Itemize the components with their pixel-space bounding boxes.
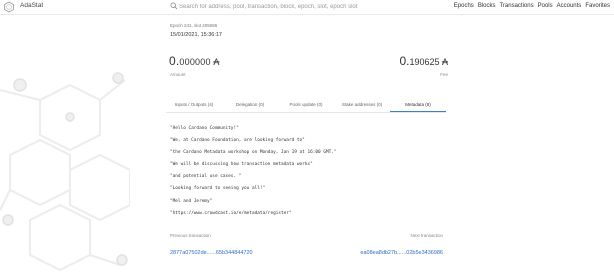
amount-value: 0.000000 ₳ <box>169 54 220 68</box>
metadata-line: "We will be discussing how transaction m… <box>170 162 313 167</box>
next-transaction-link[interactable]: ea08ea8db27b......02b5e3436986 <box>360 250 443 256</box>
nav-favorites[interactable]: Favorites <box>585 3 610 9</box>
adastat-logo-icon[interactable] <box>3 1 15 13</box>
metadata-line: "the Cardano Metadata workshop on Monday… <box>170 150 337 155</box>
previous-transaction-label: Previous transaction <box>170 233 211 238</box>
nav-pools[interactable]: Pools <box>538 3 553 9</box>
search-icon <box>170 2 178 10</box>
amount-decimals: 000000 ₳ <box>179 57 220 67</box>
amount-label: Amount <box>170 72 186 77</box>
metadata-line: "Looking forward to seeing you all!" <box>170 186 266 191</box>
tx-tabs: Inputs / Outputs (4) Delegation (0) Pool… <box>166 98 446 113</box>
search-input[interactable] <box>179 2 369 11</box>
metadata-line: "We, at Cardano Foundation, are looking … <box>170 138 305 143</box>
fee-decimals: 190625 ₳ <box>409 57 448 67</box>
brand-name[interactable]: AdaStat <box>20 2 43 9</box>
tab-inputs-outputs[interactable]: Inputs / Outputs (4) <box>166 98 222 111</box>
tab-stake-addresses[interactable]: Stake addresses (0) <box>334 98 390 111</box>
amount-main: 0. <box>169 54 180 68</box>
metadata-line: "Mel and Jeremy" <box>170 199 213 204</box>
nav-accounts[interactable]: Accounts <box>557 3 582 9</box>
tab-delegation[interactable]: Delegation (0) <box>222 98 278 111</box>
tx-datetime: 15/01/2021, 15:36:17 <box>170 32 222 38</box>
main-nav: Epochs Blocks Transactions Pools Account… <box>454 3 610 9</box>
previous-transaction-link[interactable]: 2877a07502de......65b344844720 <box>170 250 253 256</box>
fee-main: 0. <box>399 54 410 68</box>
fee-label: Fee <box>440 72 448 77</box>
top-navbar: AdaStat Epochs Blocks Transactions Pools… <box>0 0 614 15</box>
tab-pools-update[interactable]: Pools update (0) <box>278 98 334 111</box>
tab-metadata[interactable]: Metadata (8) <box>390 98 446 112</box>
background-network-graphic <box>0 72 130 272</box>
fee-value: 0.190625 ₳ <box>399 54 448 68</box>
next-transaction-label: Next transaction <box>410 233 443 238</box>
nav-transactions[interactable]: Transactions <box>499 3 533 9</box>
nav-epochs[interactable]: Epochs <box>454 3 474 9</box>
metadata-line: "and potential use cases. " <box>170 174 242 179</box>
nav-blocks[interactable]: Blocks <box>478 3 496 9</box>
epoch-slot-text: Epoch 241, slot 405086 <box>170 23 218 28</box>
metadata-line: "Hello Cardano Community!" <box>170 126 239 131</box>
metadata-line: "https://www.crowdcast.io/e/metadata/reg… <box>170 211 292 216</box>
